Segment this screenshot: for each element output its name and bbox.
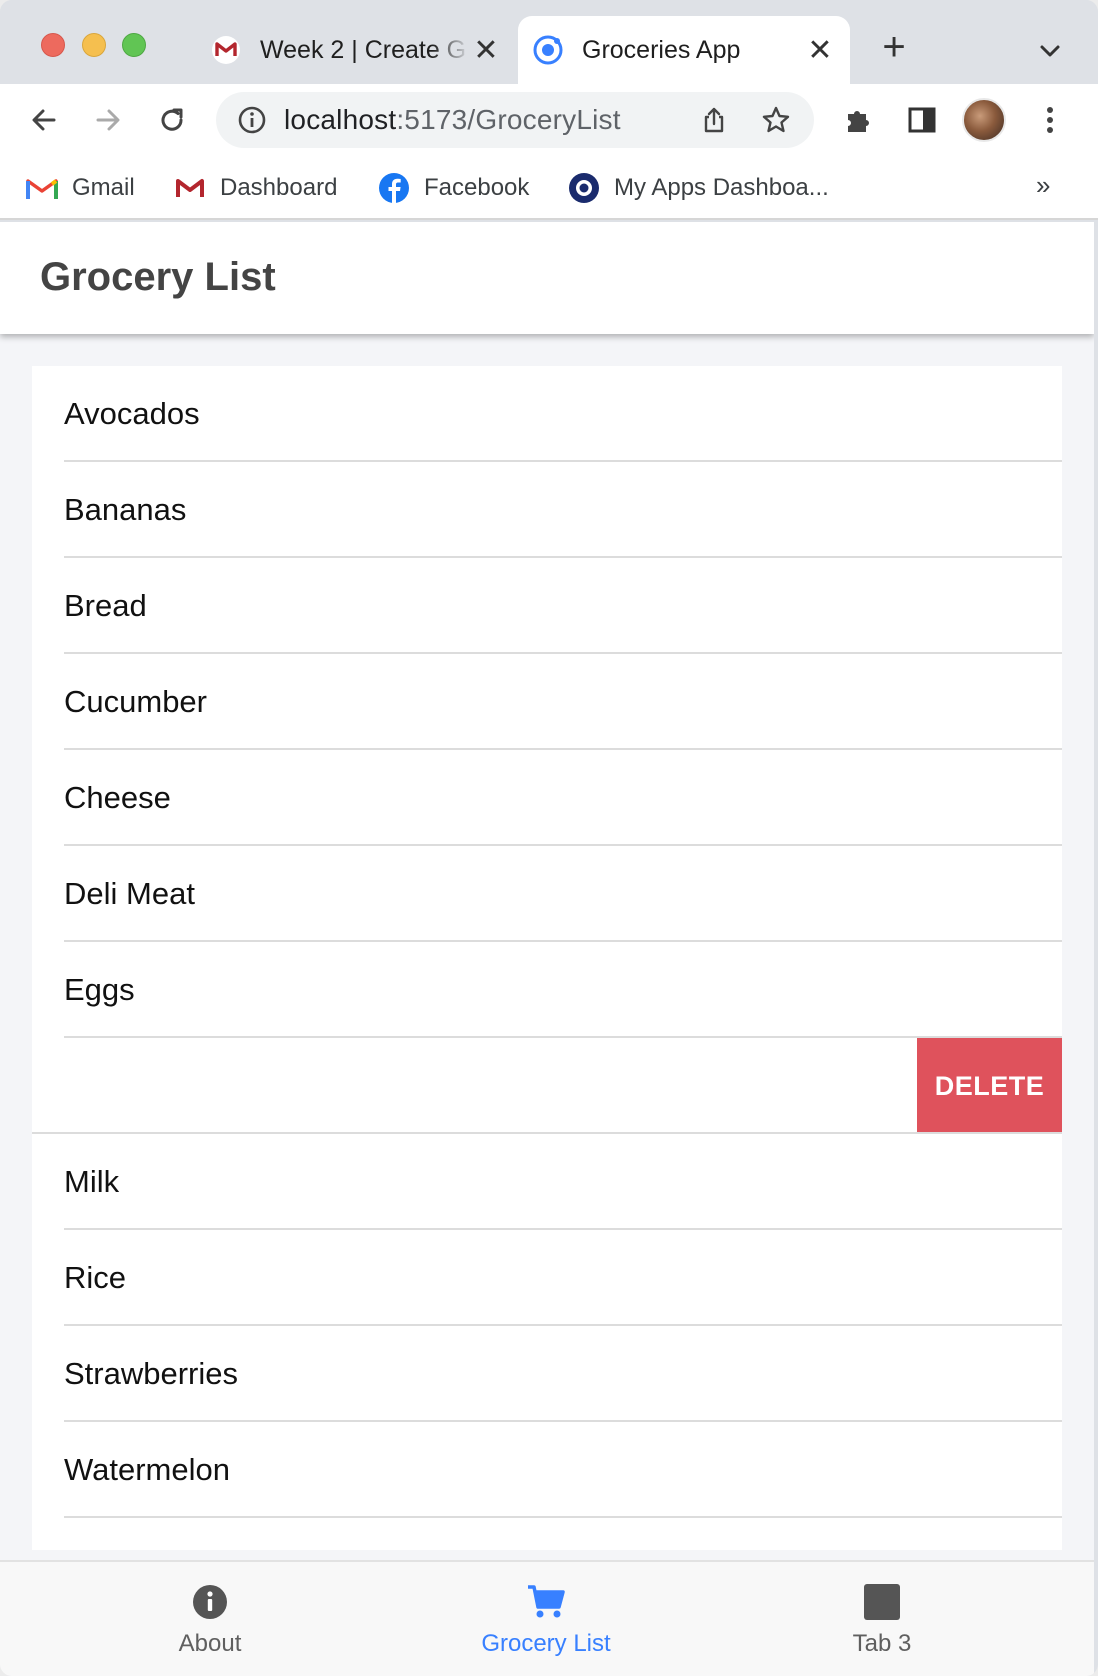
bookmark-gmail[interactable]: Gmail xyxy=(26,170,135,206)
tab-strip: Week 2 | Create G ✕ Groceries App ✕ + xyxy=(0,0,1098,84)
address-bar[interactable]: localhost:5173/GroceryList xyxy=(216,92,814,148)
list-item[interactable]: Strawberries xyxy=(32,1326,1062,1422)
bookmark-label: Gmail xyxy=(72,174,135,201)
url-path: :5173/GroceryList xyxy=(396,104,621,135)
browser-tab-title: Groceries App xyxy=(582,35,741,64)
info-icon[interactable] xyxy=(236,104,268,136)
square-icon xyxy=(862,1582,902,1622)
browser-tab-groceries[interactable]: Groceries App ✕ xyxy=(518,16,850,84)
minimize-window-button[interactable] xyxy=(82,33,106,57)
list-item[interactable]: Avocados xyxy=(32,366,1062,462)
tab-label: Grocery List xyxy=(481,1630,611,1657)
list-item-swiped[interactable]: DELETE xyxy=(32,1038,1062,1134)
back-arrow-icon[interactable] xyxy=(22,98,66,142)
list-item[interactable]: Rice xyxy=(32,1230,1062,1326)
delete-button[interactable]: DELETE xyxy=(917,1038,1062,1134)
tab-about[interactable]: About xyxy=(28,1562,392,1676)
chevron-down-icon[interactable] xyxy=(1035,36,1065,66)
browser-tab-week2[interactable]: Week 2 | Create G ✕ xyxy=(196,16,516,84)
close-window-button[interactable] xyxy=(41,33,65,57)
maximize-window-button[interactable] xyxy=(122,33,146,57)
forward-arrow-icon[interactable] xyxy=(86,98,130,142)
list-item[interactable]: Bananas xyxy=(32,462,1062,558)
bookmark-label: Facebook xyxy=(424,174,530,201)
bookmark-dashboard[interactable]: Dashboard xyxy=(174,170,337,206)
list-item[interactable]: Bread xyxy=(32,558,1062,654)
facebook-icon xyxy=(378,172,410,204)
app-header: Grocery List xyxy=(0,222,1094,334)
cart-icon xyxy=(526,1582,566,1622)
grocery-list: Avocados Bananas Bread Cucumber Cheese D… xyxy=(32,366,1062,1550)
list-item-label: Cucumber xyxy=(64,684,207,719)
list-item-label: Deli Meat xyxy=(64,876,195,911)
share-icon[interactable] xyxy=(698,104,730,136)
list-item[interactable]: Milk xyxy=(32,1134,1062,1230)
close-tab-icon[interactable]: ✕ xyxy=(804,34,836,67)
profile-avatar[interactable] xyxy=(962,98,1006,142)
url-host: localhost xyxy=(284,104,397,135)
list-item-label: Bread xyxy=(64,588,147,623)
gmail-icon xyxy=(26,172,58,204)
list-item-label: Cheese xyxy=(64,780,171,815)
gmail-m-icon xyxy=(210,34,242,66)
tab-label: About xyxy=(178,1630,242,1657)
more-bookmarks-icon[interactable]: » xyxy=(1036,170,1050,201)
list-item[interactable]: Deli Meat xyxy=(32,846,1062,942)
list-item[interactable]: Cheese xyxy=(32,750,1062,846)
close-tab-icon[interactable]: ✕ xyxy=(470,34,502,67)
list-item[interactable]: Eggs xyxy=(32,942,1062,1038)
side-panel-icon[interactable] xyxy=(904,102,940,138)
list-item-label: Milk xyxy=(64,1164,120,1199)
list-item-label: Rice xyxy=(64,1260,127,1295)
list-item-label: Bananas xyxy=(64,492,187,527)
okta-icon xyxy=(568,172,600,204)
browser-tab-title: Week 2 | Create G xyxy=(260,35,467,64)
info-icon xyxy=(190,1582,230,1622)
kebab-menu-icon[interactable] xyxy=(1032,102,1068,138)
url-text: localhost:5173/GroceryList xyxy=(284,104,621,136)
bookmark-label: Dashboard xyxy=(220,174,338,201)
extensions-puzzle-icon[interactable] xyxy=(840,102,876,138)
gmail-m-icon xyxy=(174,172,206,204)
list-item[interactable]: Watermelon xyxy=(32,1422,1062,1518)
bottom-tab-bar: About Grocery List Tab 3 xyxy=(0,1560,1094,1676)
bookmark-label: My Apps Dashboa... xyxy=(614,174,829,201)
list-item[interactable]: Cucumber xyxy=(32,654,1062,750)
new-tab-icon[interactable]: + xyxy=(876,27,912,67)
bookmark-facebook[interactable]: Facebook xyxy=(378,170,529,206)
tab-3[interactable]: Tab 3 xyxy=(700,1562,1064,1676)
bookmarks-bar: Gmail Dashboard Facebook My Apps Dashboa… xyxy=(0,156,1098,220)
browser-window: Week 2 | Create G ✕ Groceries App ✕ + lo… xyxy=(0,0,1098,1676)
list-item-label: Avocados xyxy=(64,396,200,431)
ionic-icon xyxy=(532,34,564,66)
list-item-label: Eggs xyxy=(64,972,135,1007)
list-item-label: Strawberries xyxy=(64,1356,238,1391)
bookmark-star-icon[interactable] xyxy=(760,104,792,136)
list-item-label: Watermelon xyxy=(64,1452,230,1487)
bookmark-my-apps[interactable]: My Apps Dashboa... xyxy=(568,170,829,206)
app-viewport: Grocery List Avocados Bananas Bread Cucu… xyxy=(0,222,1094,1676)
divider xyxy=(64,1516,1062,1518)
tab-label: Tab 3 xyxy=(852,1630,912,1657)
tab-grocery-list[interactable]: Grocery List xyxy=(364,1562,728,1676)
browser-toolbar: localhost:5173/GroceryList xyxy=(0,84,1098,156)
page-title: Grocery List xyxy=(40,255,276,299)
reload-icon[interactable] xyxy=(150,98,194,142)
